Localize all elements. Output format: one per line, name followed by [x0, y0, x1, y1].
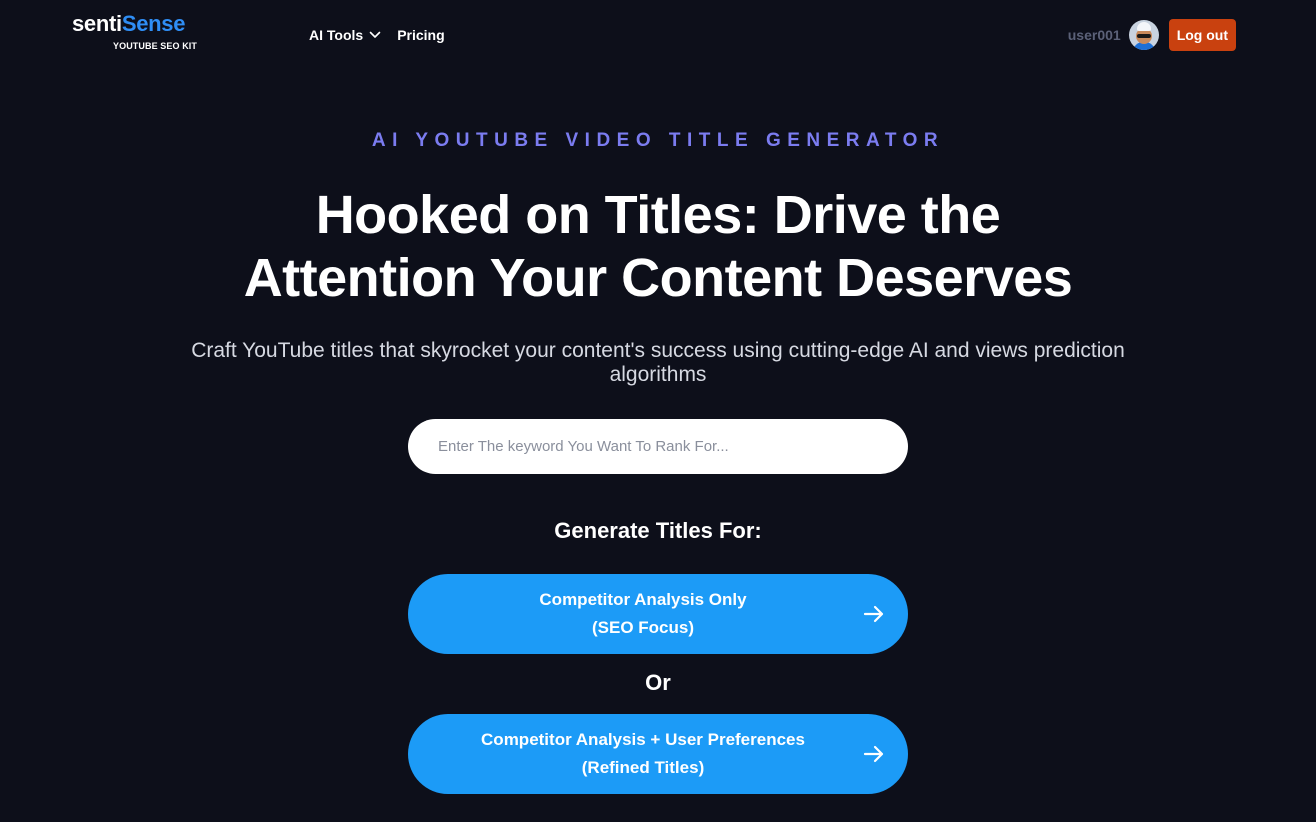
- competitor-user-preferences-button[interactable]: Competitor Analysis + User Preferences (…: [408, 714, 908, 794]
- option2-label: Competitor Analysis + User Preferences (…: [408, 726, 878, 782]
- option1-line2: (SEO Focus): [591, 618, 694, 637]
- headline-line1: Hooked on Titles: Drive the: [315, 185, 1001, 245]
- nav-ai-tools-label: AI Tools: [309, 27, 364, 43]
- logo-wordmark: sentiSense: [72, 10, 212, 38]
- nav-pricing-label: Pricing: [397, 27, 445, 43]
- chevron-down-icon: [369, 31, 381, 38]
- generate-label: Generate Titles For:: [554, 518, 762, 543]
- avatar[interactable]: [1128, 20, 1159, 50]
- option1-label: Competitor Analysis Only (SEO Focus): [408, 586, 878, 642]
- page-title: Hooked on Titles: Drive the Attention Yo…: [0, 184, 1316, 310]
- nav-ai-tools[interactable]: AI Tools: [309, 27, 381, 43]
- option1-line1: Competitor Analysis Only: [539, 590, 747, 609]
- logo-part2: Sense: [121, 11, 186, 36]
- nav-pricing[interactable]: Pricing: [397, 27, 444, 43]
- arrow-right-icon: [863, 605, 884, 623]
- option2-line2: (Refined Titles): [581, 758, 705, 777]
- avatar-hat: [1136, 22, 1151, 31]
- arrow-right-icon: [863, 745, 884, 763]
- logo-part1: senti: [72, 11, 122, 36]
- competitor-analysis-button[interactable]: Competitor Analysis Only (SEO Focus): [408, 574, 908, 654]
- logo[interactable]: sentiSense YOUTUBE SEO KIT: [72, 10, 212, 54]
- main-nav: AI Tools Pricing: [309, 25, 445, 45]
- logo-tagline: YOUTUBE SEO KIT: [113, 41, 198, 51]
- user-menu: user001 Log out: [1068, 18, 1236, 52]
- page: sentiSense YOUTUBE SEO KIT AI Tools Pric…: [0, 0, 1316, 822]
- logout-button[interactable]: Log out: [1168, 19, 1236, 51]
- headline-line2: Attention Your Content Deserves: [243, 248, 1073, 308]
- hero-subtitle: Craft YouTube titles that skyrocket your…: [191, 339, 1125, 386]
- username: user001: [1067, 27, 1121, 43]
- top-navbar: sentiSense YOUTUBE SEO KIT AI Tools Pric…: [0, 0, 1316, 72]
- hero-eyebrow: AI YOUTUBE VIDEO TITLE GENERATOR: [371, 130, 945, 151]
- or-divider: Or: [645, 670, 671, 695]
- keyword-input[interactable]: [408, 419, 908, 474]
- option2-line1: Competitor Analysis + User Preferences: [481, 730, 805, 749]
- avatar-glasses: [1136, 34, 1151, 38]
